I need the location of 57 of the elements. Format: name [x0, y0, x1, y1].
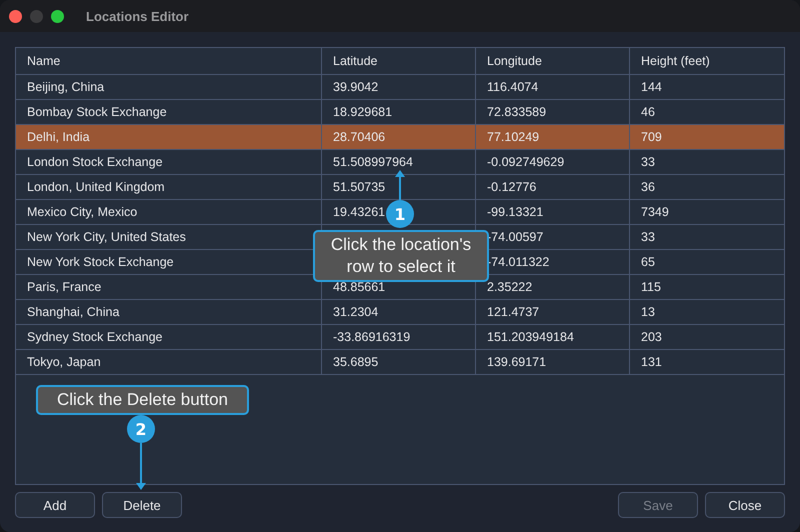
table-cell: Sydney Stock Exchange — [16, 325, 322, 349]
table-cell: 18.929681 — [322, 100, 476, 124]
table-cell: Beijing, China — [16, 75, 322, 99]
table-cell: 28.70406 — [322, 125, 476, 149]
table-cell: -99.13321 — [476, 200, 630, 224]
table-cell-text: 203 — [640, 329, 663, 346]
callout-text: Click the Delete button — [36, 385, 249, 415]
table-row[interactable]: London Stock Exchange 51.508997964 -0.092749629 33 — [16, 150, 784, 175]
zoom-icon[interactable] — [51, 10, 64, 22]
column-header[interactable]: Longitude — [476, 48, 630, 74]
table-cell: 39.9042 — [322, 75, 476, 99]
action-button[interactable]: Delete — [102, 492, 182, 518]
table-cell-text: 144 — [640, 79, 663, 96]
table-row[interactable]: Beijing, China 39.9042 116.4074 144 — [16, 75, 784, 100]
table-cell-text: 33 — [640, 154, 656, 171]
table-cell: 121.4737 — [476, 300, 630, 324]
table-cell: Mexico City, Mexico — [16, 200, 322, 224]
table-row[interactable]: Shanghai, China 31.2304 121.4737 13 — [16, 300, 784, 325]
table-cell: -33.86916319 — [322, 325, 476, 349]
column-header[interactable]: Height (feet) — [630, 48, 784, 74]
action-button[interactable]: Close — [705, 492, 785, 518]
table-cell: Bombay Stock Exchange — [16, 100, 322, 124]
table-cell-text: 709 — [640, 129, 663, 146]
table-cell-text: 46 — [640, 104, 656, 121]
table-cell: Delhi, India — [16, 125, 322, 149]
table-cell-text: 65 — [640, 254, 656, 271]
table-cell-text: 131 — [640, 354, 663, 371]
table-cell: Tokyo, Japan — [16, 350, 322, 374]
table-cell: 139.69171 — [476, 350, 630, 374]
pointer-arrow — [395, 170, 405, 200]
table-cell: 35.6895 — [322, 350, 476, 374]
table-cell-text: 115 — [640, 279, 662, 296]
table-cell: 31.2304 — [322, 300, 476, 324]
pointer-arrow — [136, 443, 146, 490]
table-cell: 77.10249 — [476, 125, 630, 149]
table-cell-text: 33 — [640, 229, 656, 246]
table-cell: 116.4074 — [476, 75, 630, 99]
table-row[interactable]: London, United Kingdom 51.50735 -0.12776 36 — [16, 175, 784, 200]
window-title: Locations Editor — [86, 8, 189, 24]
table-cell: 72.833589 — [476, 100, 630, 124]
close-icon[interactable] — [9, 10, 22, 22]
column-header[interactable]: Name — [16, 48, 322, 74]
column-header[interactable]: Latitude — [322, 48, 476, 74]
table-cell-text: 7349 — [640, 204, 670, 221]
table-cell-text: 36 — [640, 179, 656, 196]
callout-text: Click the location's row to select it — [313, 230, 489, 282]
table-cell: 151.203949184 — [476, 325, 630, 349]
table-cell: London Stock Exchange — [16, 150, 322, 174]
table-row[interactable]: Delhi, India 28.70406 77.10249 709 — [16, 125, 784, 150]
table-row[interactable]: Tokyo, Japan 35.6895 139.69171 131 — [16, 350, 784, 375]
table-cell: Shanghai, China — [16, 300, 322, 324]
table-cell: -0.12776 — [476, 175, 630, 199]
table-row[interactable]: Sydney Stock Exchange -33.86916319 151.203949184 203 — [16, 325, 784, 350]
table-cell: London, United Kingdom — [16, 175, 322, 199]
action-button[interactable]: Add — [15, 492, 95, 518]
table-cell: -0.092749629 — [476, 150, 630, 174]
table-cell-text: 13 — [640, 304, 656, 321]
